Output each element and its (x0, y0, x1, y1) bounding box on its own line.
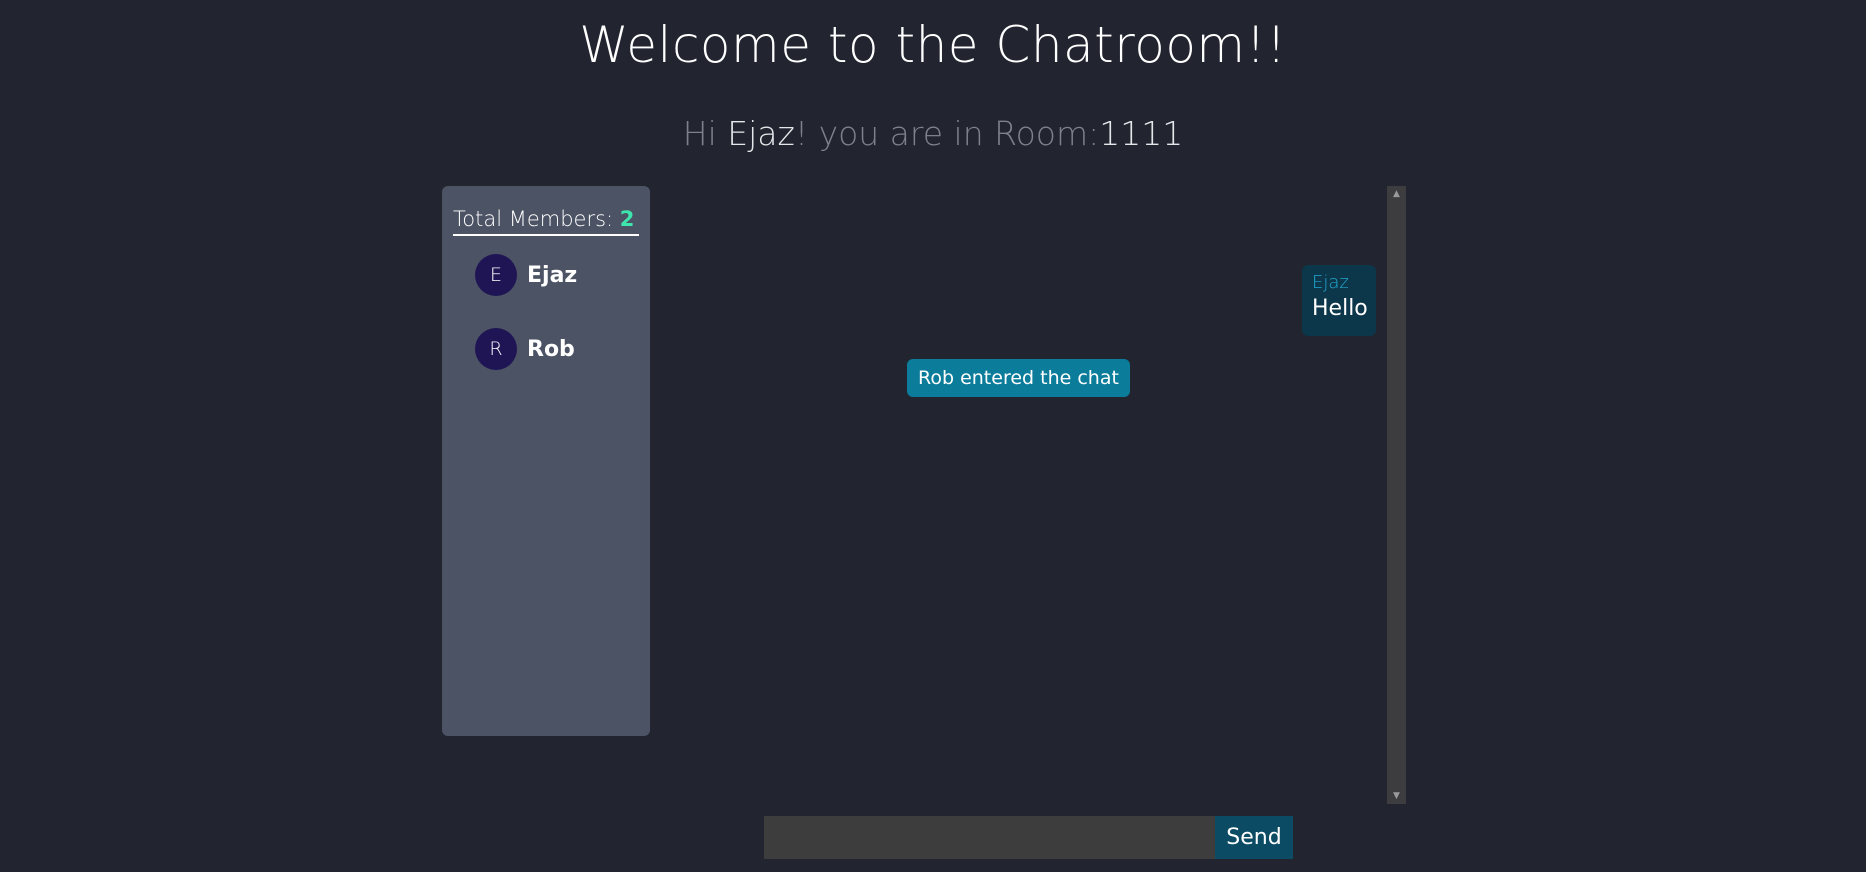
chat-scrollbar[interactable]: ▲ ▼ (1387, 186, 1406, 804)
member-item-rob: R Rob (475, 328, 575, 370)
members-panel: Total Members: 2 E Ejaz R Rob (442, 186, 650, 736)
message-input[interactable] (764, 816, 1215, 859)
message-composer: Send (764, 816, 1293, 859)
members-count: 2 (619, 207, 635, 231)
room-id: 1111 (1099, 114, 1184, 153)
member-name: Rob (527, 336, 575, 362)
members-label: Total Members: (453, 207, 620, 231)
avatar: R (475, 328, 517, 370)
page-title: Welcome to the Chatroom!! (579, 16, 1287, 74)
greeting-middle: ! you are in Room: (794, 114, 1100, 153)
avatar: E (475, 254, 517, 296)
greeting-prefix: Hi (682, 114, 728, 153)
chat-messages-area[interactable]: Rob entered the chat Ejaz Hello (650, 186, 1387, 804)
members-header: Total Members: 2 (453, 204, 639, 236)
greeting-username: Ejaz (727, 114, 795, 153)
scroll-down-arrow-icon[interactable]: ▼ (1387, 788, 1406, 804)
system-message: Rob entered the chat (907, 359, 1130, 397)
message-sender: Ejaz (1312, 272, 1349, 293)
scroll-up-arrow-icon[interactable]: ▲ (1387, 186, 1406, 202)
send-button[interactable]: Send (1215, 816, 1293, 859)
member-name: Ejaz (527, 262, 578, 288)
message-bubble: Ejaz Hello (1302, 265, 1376, 336)
member-item-ejaz: E Ejaz (475, 254, 577, 296)
chatroom-page: Welcome to the Chatroom!! Hi Ejaz! you a… (0, 0, 1866, 872)
message-text: Hello (1312, 296, 1368, 321)
room-greeting: Hi Ejaz! you are in Room:1111 (0, 108, 1866, 160)
